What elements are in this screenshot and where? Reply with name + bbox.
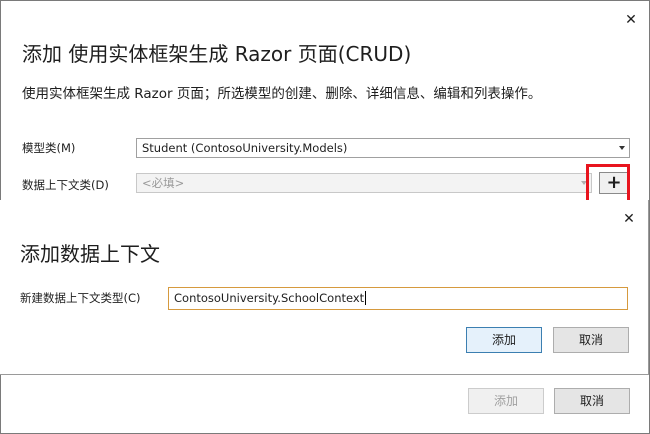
add-data-context-dialog: ✕ 添加数据上下文 新建数据上下文类型(C) ContosoUniversity… bbox=[0, 200, 649, 375]
data-context-dropdown[interactable]: <必填> bbox=[136, 173, 592, 193]
dialog-description: 使用实体框架生成 Razor 页面；所选模型的创建、删除、详细信息、编辑和列表操… bbox=[22, 86, 542, 102]
chevron-down-icon bbox=[619, 146, 625, 150]
context-type-label: 新建数据上下文类型(C) bbox=[20, 291, 141, 305]
cancel-button[interactable]: 取消 bbox=[553, 327, 629, 353]
dialog-title: 添加数据上下文 bbox=[20, 242, 160, 266]
close-icon[interactable]: ✕ bbox=[622, 11, 640, 29]
add-button[interactable]: 添加 bbox=[466, 327, 542, 353]
close-icon[interactable]: ✕ bbox=[620, 210, 638, 228]
model-class-value: Student (ContosoUniversity.Models) bbox=[142, 141, 348, 155]
data-context-placeholder: <必填> bbox=[142, 176, 185, 190]
model-class-label: 模型类(M) bbox=[22, 141, 76, 155]
add-button[interactable]: 添加 bbox=[468, 388, 544, 414]
dialog-title: 添加 使用实体框架生成 Razor 页面(CRUD) bbox=[22, 42, 412, 66]
data-context-label: 数据上下文类(D) bbox=[22, 178, 109, 192]
context-type-input[interactable]: ContosoUniversity.SchoolContext bbox=[168, 287, 628, 310]
model-class-dropdown[interactable]: Student (ContosoUniversity.Models) bbox=[136, 138, 630, 158]
cancel-button[interactable]: 取消 bbox=[554, 388, 630, 414]
context-type-value: ContosoUniversity.SchoolContext bbox=[174, 291, 365, 305]
text-caret bbox=[365, 291, 367, 305]
